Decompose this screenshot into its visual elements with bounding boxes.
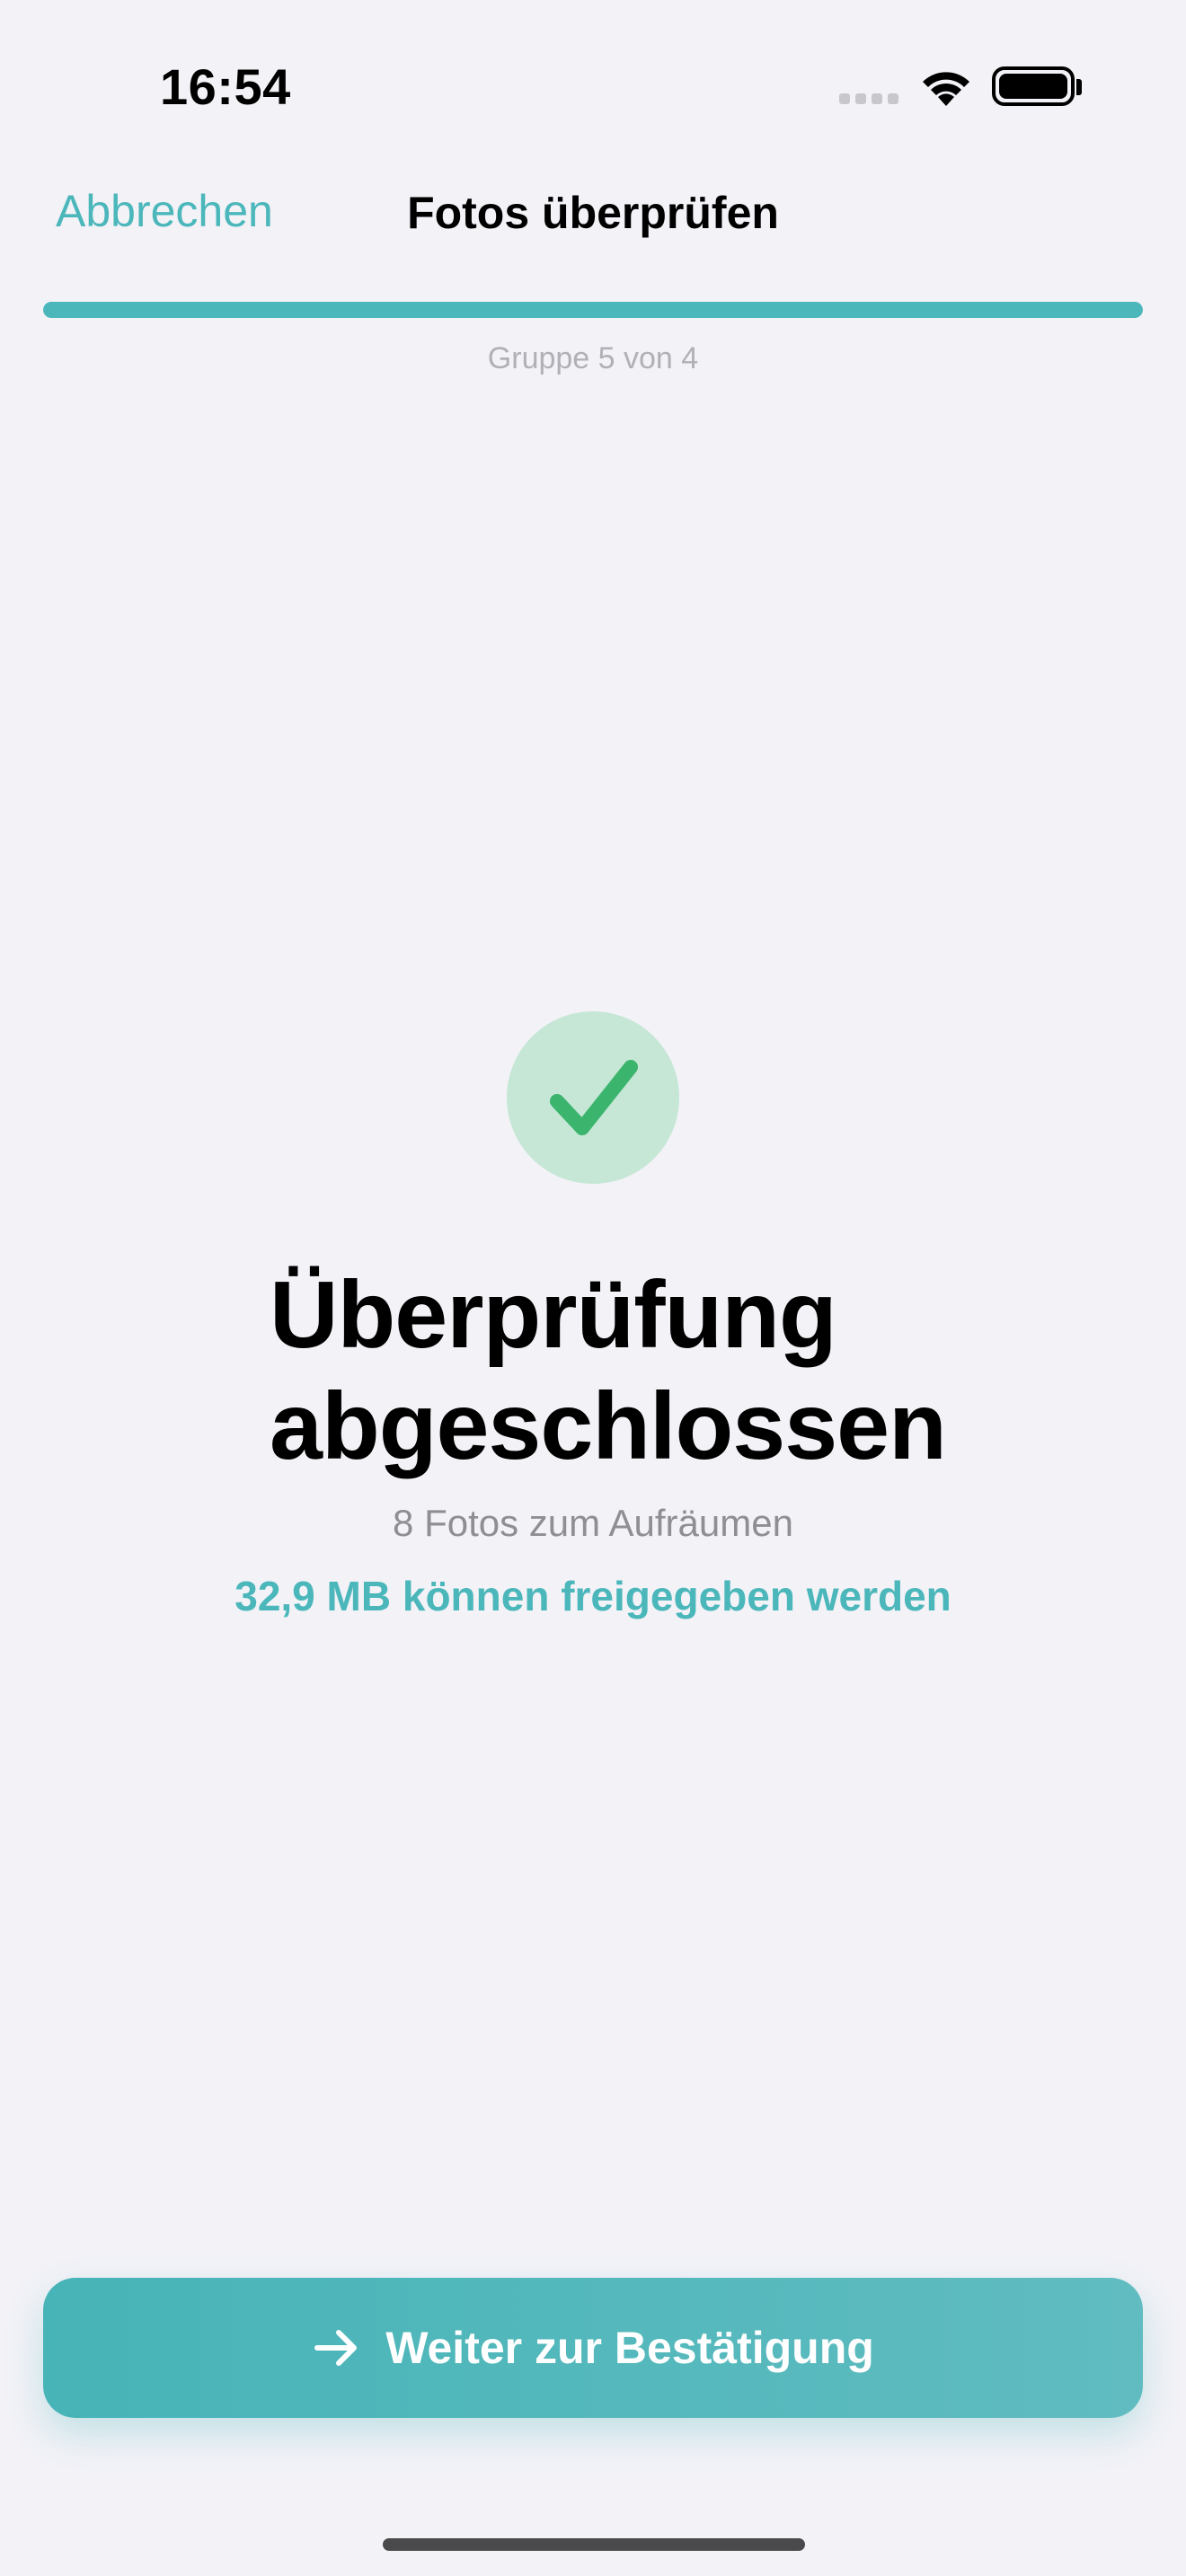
headline-line-1: Überprüfung: [270, 1262, 837, 1368]
battery-cap: [1076, 79, 1082, 95]
battery-icon: [992, 66, 1075, 106]
completion-headline: Überprüfung abgeschlossen: [270, 1259, 1078, 1482]
arrow-right-icon: [314, 2330, 358, 2366]
savings-label: 32,9 MB können freigegeben werden: [235, 1573, 951, 1619]
page-title: Fotos überprüfen: [407, 188, 779, 238]
headline-line-2: abgeschlossen: [270, 1373, 947, 1479]
home-indicator[interactable]: [383, 2538, 805, 2551]
continue-to-confirmation-button[interactable]: Weiter zur Bestätigung: [43, 2278, 1143, 2418]
continue-button-label: Weiter zur Bestätigung: [385, 2323, 874, 2373]
photo-count-label: 8 Fotos zum Aufräumen: [393, 1502, 793, 1544]
status-bar: 16:54: [0, 0, 1186, 171]
progress-label: Gruppe 5 von 4: [487, 341, 699, 375]
checkmark-icon: [550, 1060, 638, 1135]
cellular-signal-icon: [839, 93, 898, 104]
status-time: 16:54: [160, 58, 291, 115]
progress-bar: [43, 302, 1143, 318]
success-badge: [507, 1011, 679, 1184]
progress-bar-fill: [43, 302, 1143, 318]
wifi-icon: [923, 72, 969, 106]
